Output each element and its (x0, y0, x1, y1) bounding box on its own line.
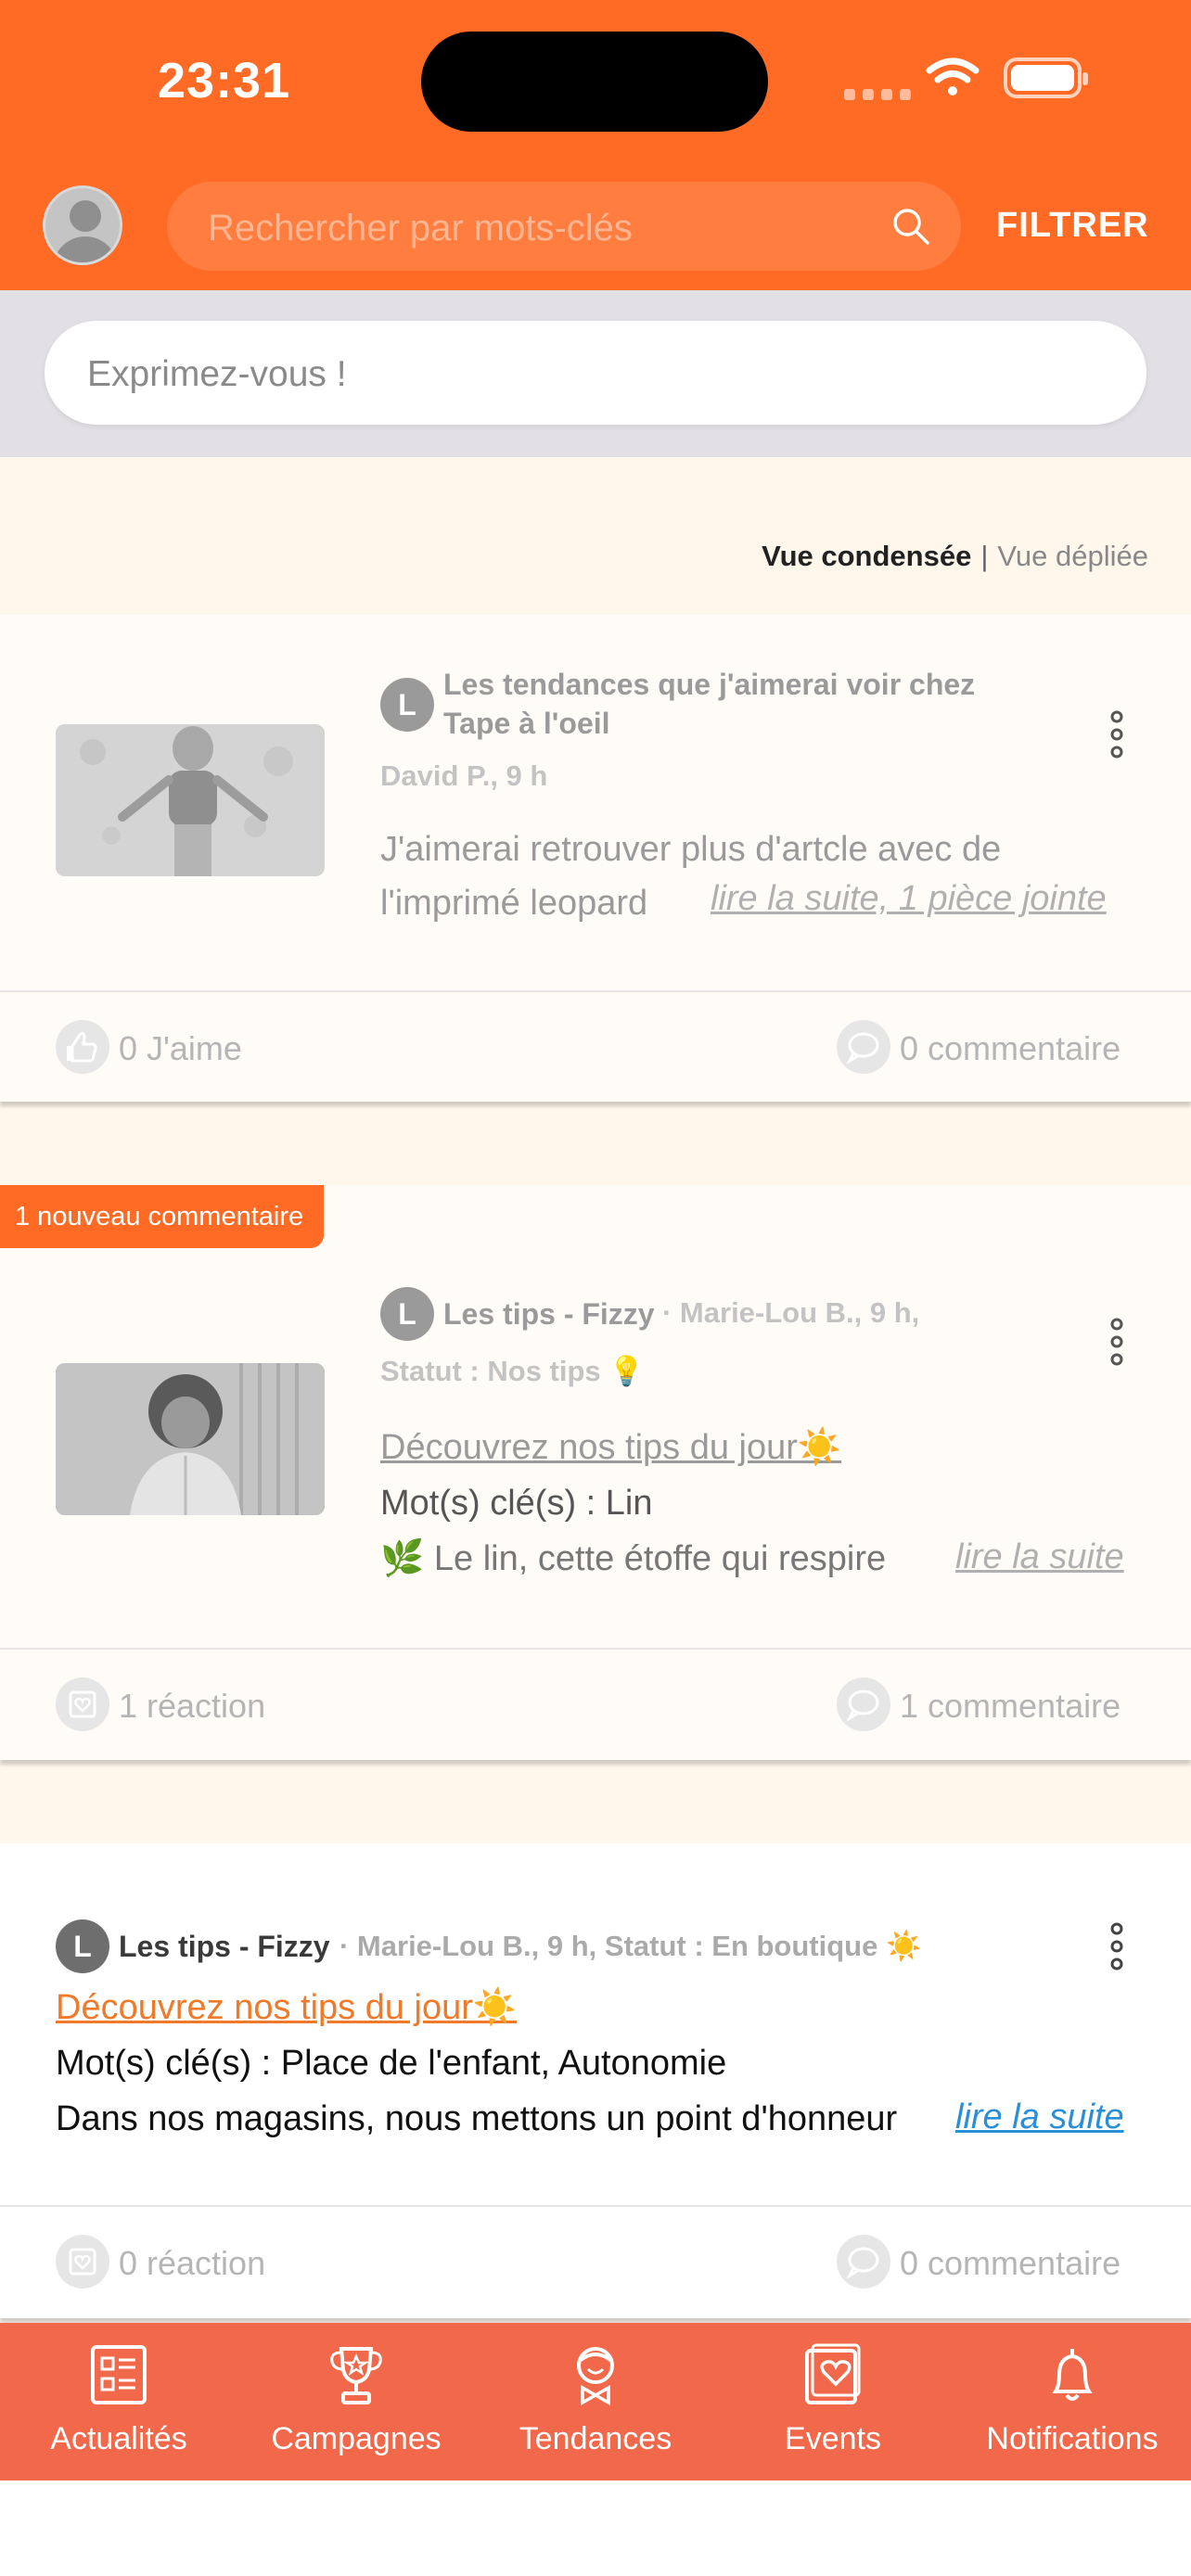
post-card[interactable]: L Les tips - Fizzy · Marie-Lou B., 9 h, … (0, 1185, 1191, 1760)
nav-label: Campagnes (271, 2421, 442, 2456)
nav-item-tendances[interactable]: Tendances (477, 2323, 714, 2480)
search-input[interactable]: Rechercher par mots-clés (167, 182, 961, 271)
post-keywords: Mot(s) clé(s) : Lin (380, 1484, 653, 1523)
post-thumbnail[interactable] (56, 724, 325, 876)
author-avatar: L (380, 678, 434, 732)
nav-label: Tendances (519, 2421, 672, 2456)
status-time: 23:31 (158, 53, 291, 108)
reaction-icon[interactable] (56, 1677, 109, 1731)
reaction-icon[interactable] (56, 2235, 109, 2289)
user-avatar[interactable] (43, 185, 122, 265)
reaction-count[interactable]: 1 réaction (119, 1687, 265, 1726)
nav-label: Events (785, 2421, 881, 2456)
more-options-icon[interactable] (1106, 1317, 1128, 1367)
post-footer: 0 réaction 0 commentaire (0, 2205, 1191, 2318)
like-count[interactable]: 0 J'aime (119, 1029, 242, 1068)
signal-icon (844, 89, 911, 100)
comment-count[interactable]: 1 commentaire (900, 1687, 1121, 1726)
nav-label: Notifications (986, 2421, 1159, 2456)
post-meta: David P., 9 h (380, 759, 548, 792)
comment-icon[interactable] (837, 1020, 890, 1074)
post-card[interactable]: L Les tendances que j'aimerai voir chez … (0, 615, 1191, 1102)
compose-input[interactable]: Exprimez-vous ! (45, 321, 1146, 425)
post-meta: · Marie-Lou B., 9 h, Statut : En boutiqu… (339, 1930, 922, 1962)
read-more-link[interactable]: lire la suite (942, 1537, 1124, 1577)
author-avatar: L (380, 1287, 434, 1341)
post-status: Statut : Nos tips 💡 (380, 1355, 645, 1387)
nav-item-actualites[interactable]: Actualités (0, 2323, 237, 2480)
new-comment-badge: 1 nouveau commentaire (0, 1185, 325, 1248)
read-more-link[interactable]: lire la suite (942, 2098, 1124, 2137)
author-avatar: L (56, 1919, 109, 1973)
more-options-icon[interactable] (1106, 1921, 1128, 1971)
nav-item-events[interactable]: Events (714, 2323, 952, 2480)
trophy-icon (330, 2347, 382, 2404)
status-icons (844, 57, 1088, 100)
view-toggle: Vue condensée | Vue dépliée (762, 540, 1148, 573)
dynamic-island (421, 32, 768, 132)
view-expanded[interactable]: Vue dépliée (997, 540, 1148, 572)
search-icon[interactable] (890, 206, 931, 247)
compose-placeholder: Exprimez-vous ! (87, 354, 347, 394)
battery-icon (1004, 57, 1088, 98)
nav-item-notifications[interactable]: Notifications (954, 2323, 1191, 2480)
bottom-nav: Actualités Campagnes Tendances Events No… (0, 2323, 1191, 2480)
post-card[interactable]: L Les tips - Fizzy · Marie-Lou B., 9 h, … (0, 1843, 1191, 2318)
nav-label: Actualités (50, 2421, 187, 2456)
post-meta: · Marie-Lou B., 9 h, (662, 1296, 920, 1329)
more-options-icon[interactable] (1106, 709, 1128, 759)
post-footer: 1 réaction 1 commentaire (0, 1648, 1191, 1760)
face-icon (577, 2347, 614, 2406)
comment-count[interactable]: 0 commentaire (900, 1029, 1121, 1068)
nav-item-campagnes[interactable]: Campagnes (237, 2323, 475, 2480)
like-icon[interactable] (56, 1020, 109, 1074)
wifi-icon (926, 57, 980, 96)
heart-calendar-icon (805, 2343, 861, 2404)
post-title[interactable]: Les tips - Fizzy (119, 1927, 330, 1966)
reaction-count[interactable]: 0 réaction (119, 2244, 265, 2283)
post-excerpt: Dans nos magasins, nous mettons un point… (56, 2099, 898, 2138)
view-separator: | (980, 540, 989, 572)
child-photo-image (56, 724, 325, 876)
post-thumbnail[interactable] (56, 1363, 325, 1515)
post-title[interactable]: Les tendances que j'aimerai voir chez Ta… (443, 665, 1056, 743)
view-condensed[interactable]: Vue condensée (762, 540, 971, 572)
filter-button[interactable]: FILTRER (996, 206, 1149, 246)
post-link[interactable]: Découvrez nos tips du jour☀️ (380, 1421, 841, 1474)
app-header: 23:31 Rechercher par mots-clés FILTRER (0, 0, 1191, 290)
comment-icon[interactable] (837, 2235, 890, 2289)
news-icon (91, 2345, 147, 2404)
comment-icon[interactable] (837, 1677, 890, 1731)
post-keywords: Mot(s) clé(s) : Place de l'enfant, Auton… (56, 2044, 727, 2083)
read-more-link[interactable]: lire la suite, 1 pièce jointe (698, 879, 1107, 919)
post-footer: 0 J'aime 0 commentaire (0, 990, 1191, 1102)
bell-icon (1052, 2349, 1093, 2401)
comment-count[interactable]: 0 commentaire (900, 2244, 1121, 2283)
post-excerpt: 🌿 Le lin, cette étoffe qui respire (380, 1539, 887, 1578)
child-photo-image (56, 1363, 325, 1515)
search-placeholder: Rechercher par mots-clés (208, 208, 633, 249)
post-link[interactable]: Découvrez nos tips du jour☀️ (56, 1981, 517, 2034)
post-title[interactable]: Les tips - Fizzy (443, 1294, 655, 1333)
